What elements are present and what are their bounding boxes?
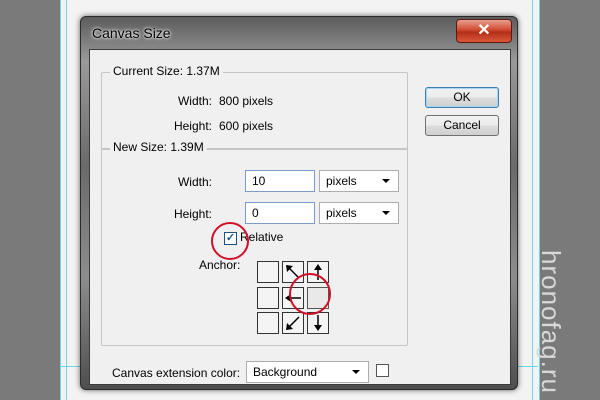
new-size-group: New Size: 1.39M Width: pixels Height: pi… bbox=[101, 140, 408, 346]
anchor-bottom-right[interactable] bbox=[307, 312, 329, 335]
anchor-bottom-left[interactable] bbox=[257, 312, 279, 335]
watermark-text: hronofag.ru bbox=[536, 250, 566, 394]
current-width-label: Width: bbox=[177, 94, 212, 108]
width-unit-select[interactable]: pixels bbox=[319, 170, 399, 192]
extension-color-value: Background bbox=[253, 365, 318, 379]
current-size-group: Current Size: 1.37M Width: 800 pixels He… bbox=[101, 64, 408, 150]
extension-color-label: Canvas extension color: bbox=[112, 366, 241, 380]
chevron-down-icon bbox=[352, 370, 360, 374]
new-width-input[interactable] bbox=[245, 170, 315, 192]
height-unit-select[interactable]: pixels bbox=[319, 202, 399, 224]
new-size-legend: New Size: 1.39M bbox=[110, 140, 207, 154]
anchor-highlight-circle bbox=[289, 273, 331, 315]
current-height-label: Height: bbox=[173, 119, 212, 133]
chevron-down-icon bbox=[382, 179, 390, 183]
dialog-titlebar[interactable]: Canvas Size ✕ bbox=[81, 17, 517, 49]
anchor-middle-left[interactable] bbox=[257, 286, 279, 309]
relative-highlight-circle bbox=[211, 222, 249, 260]
canvas-size-dialog: Canvas Size ✕ Current Size: 1.37M Width:… bbox=[80, 16, 518, 390]
close-button[interactable]: ✕ bbox=[456, 19, 512, 43]
anchor-bottom-center[interactable] bbox=[282, 312, 304, 335]
anchor-top-left[interactable] bbox=[257, 261, 279, 283]
arrow-down-left-icon bbox=[286, 316, 300, 331]
dialog-body: Current Size: 1.37M Width: 800 pixels He… bbox=[89, 49, 511, 385]
chevron-down-icon bbox=[382, 211, 390, 215]
arrow-down-icon bbox=[314, 315, 322, 332]
new-width-label: Width: bbox=[177, 175, 212, 189]
current-width-value: 800 pixels bbox=[219, 94, 274, 108]
extension-color-select[interactable]: Background bbox=[246, 361, 369, 383]
close-icon: ✕ bbox=[477, 22, 491, 39]
guide-left bbox=[66, 0, 67, 400]
current-size-legend: Current Size: 1.37M bbox=[110, 64, 223, 78]
extension-color-swatch[interactable] bbox=[376, 364, 389, 377]
new-height-label: Height: bbox=[173, 207, 212, 221]
current-height-value: 600 pixels bbox=[219, 119, 274, 133]
ok-button[interactable]: OK bbox=[425, 87, 499, 108]
width-unit-value: pixels bbox=[326, 174, 357, 188]
anchor-label: Anchor: bbox=[199, 258, 241, 272]
height-unit-value: pixels bbox=[326, 206, 357, 220]
new-height-input[interactable] bbox=[245, 202, 315, 224]
guide-right bbox=[532, 0, 533, 400]
dialog-title: Canvas Size bbox=[92, 25, 171, 41]
cancel-button[interactable]: Cancel bbox=[425, 115, 499, 136]
